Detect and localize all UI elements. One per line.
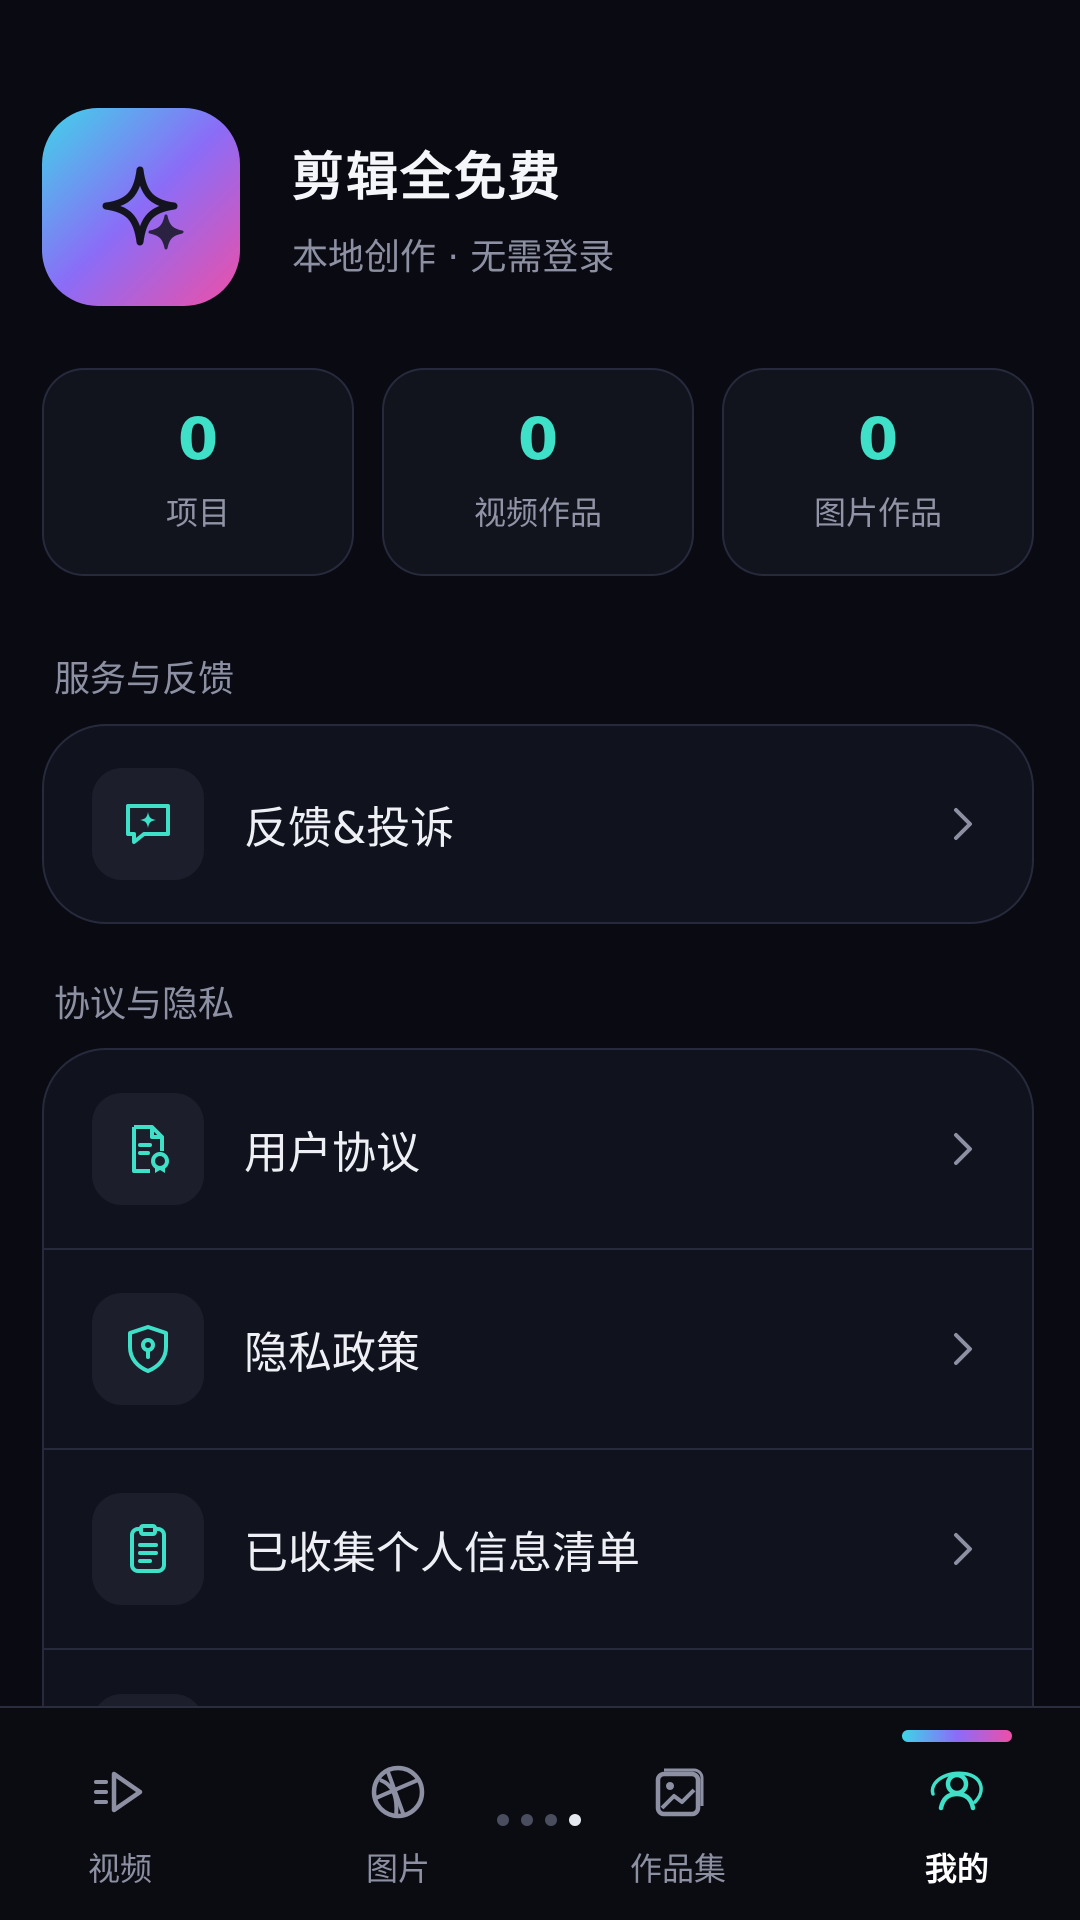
profile-header: 剪辑全免费 本地创作 · 无需登录 bbox=[42, 108, 614, 306]
privacy-card: 用户协议 隐私政策 已收集个人信息清单 bbox=[42, 1048, 1034, 1718]
page-dot bbox=[521, 1814, 533, 1826]
menu-item-label: 已收集个人信息清单 bbox=[244, 1528, 640, 1579]
app-logo bbox=[42, 108, 240, 306]
video-play-icon bbox=[88, 1760, 152, 1824]
stat-label: 图片作品 bbox=[813, 494, 942, 532]
nav-label: 视频 bbox=[87, 1850, 152, 1888]
section-title-service: 服务与反馈 bbox=[54, 659, 235, 700]
stat-value: 0 bbox=[857, 405, 899, 473]
nav-tab-image[interactable]: 图片 bbox=[298, 1760, 498, 1890]
menu-item-label: 用户协议 bbox=[244, 1128, 420, 1179]
gallery-icon bbox=[646, 1760, 710, 1824]
chevron-right-icon bbox=[954, 1133, 972, 1165]
section-title-privacy: 协议与隐私 bbox=[54, 984, 235, 1025]
bottom-nav: 视频 图片 作品集 我的 bbox=[0, 1706, 1080, 1920]
shield-lock-icon bbox=[92, 1293, 204, 1405]
stat-card-videos[interactable]: 0 视频作品 bbox=[382, 368, 694, 576]
stat-label: 项目 bbox=[165, 494, 230, 532]
page-dot bbox=[545, 1814, 557, 1826]
menu-item-user-agreement[interactable]: 用户协议 bbox=[44, 1050, 1032, 1250]
menu-item-label: 隐私政策 bbox=[244, 1328, 420, 1379]
page-dot bbox=[497, 1814, 509, 1826]
menu-item-personal-info-list[interactable]: 已收集个人信息清单 bbox=[44, 1450, 1032, 1650]
profile-page: 剪辑全免费 本地创作 · 无需登录 0 项目 0 视频作品 0 图片作品 服务与… bbox=[0, 0, 1080, 1920]
nav-label: 我的 bbox=[924, 1850, 989, 1888]
chevron-right-icon bbox=[954, 1333, 972, 1365]
active-tab-indicator bbox=[902, 1730, 1012, 1742]
image-aperture-icon bbox=[366, 1760, 430, 1824]
stat-value: 0 bbox=[177, 405, 219, 473]
stat-card-projects[interactable]: 0 项目 bbox=[42, 368, 354, 576]
stat-label: 视频作品 bbox=[473, 494, 602, 532]
menu-item-feedback[interactable]: 反馈&投诉 bbox=[44, 726, 1032, 922]
menu-item-privacy-policy[interactable]: 隐私政策 bbox=[44, 1250, 1032, 1450]
stat-value: 0 bbox=[517, 405, 559, 473]
nav-tab-portfolio[interactable]: 作品集 bbox=[578, 1760, 778, 1890]
document-badge-icon bbox=[92, 1093, 204, 1205]
nav-tab-me[interactable]: 我的 bbox=[857, 1760, 1057, 1890]
app-subtitle: 本地创作 · 无需登录 bbox=[292, 236, 615, 278]
feedback-icon bbox=[92, 768, 204, 880]
chevron-right-icon bbox=[954, 1533, 972, 1565]
chevron-right-icon bbox=[954, 808, 972, 840]
sparkle-icon bbox=[102, 166, 184, 250]
menu-item-label: 反馈&投诉 bbox=[244, 803, 455, 854]
service-card: 反馈&投诉 bbox=[42, 724, 1034, 924]
clipboard-list-icon bbox=[92, 1493, 204, 1605]
user-icon bbox=[925, 1760, 989, 1824]
stat-card-images[interactable]: 0 图片作品 bbox=[722, 368, 1034, 576]
nav-label: 作品集 bbox=[629, 1850, 726, 1888]
nav-tab-video[interactable]: 视频 bbox=[20, 1760, 220, 1890]
stats-row: 0 项目 0 视频作品 0 图片作品 bbox=[42, 368, 1034, 576]
page-indicator bbox=[497, 1814, 581, 1826]
app-name: 剪辑全免费 bbox=[292, 147, 563, 208]
nav-label: 图片 bbox=[365, 1850, 430, 1888]
